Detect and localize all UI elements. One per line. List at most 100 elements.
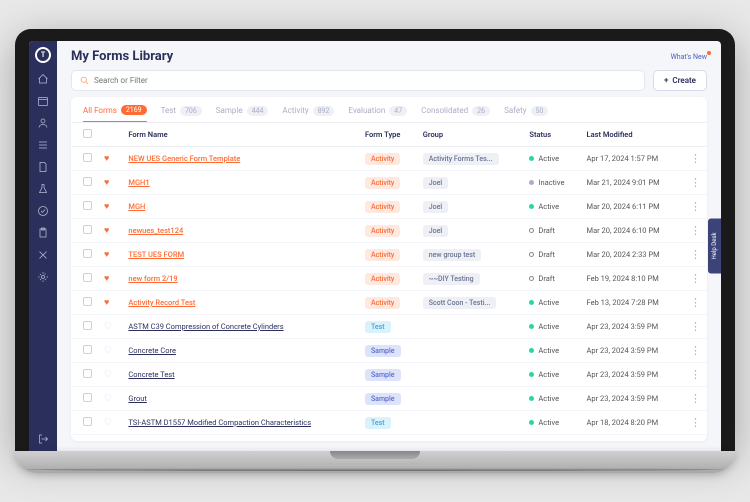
row-checkbox[interactable] bbox=[83, 393, 92, 402]
form-type-badge: Activity bbox=[365, 225, 400, 237]
modified-cell: Feb 19, 2024 8:10 PM bbox=[581, 267, 684, 291]
modified-cell: Mar 20, 2024 6:10 PM bbox=[581, 219, 684, 243]
tab-all-forms[interactable]: All Forms2169 bbox=[83, 105, 147, 123]
modified-cell: Mar 20, 2024 2:33 PM bbox=[581, 243, 684, 267]
tab-sample[interactable]: Sample444 bbox=[216, 105, 269, 122]
col-type[interactable]: Form Type bbox=[359, 123, 417, 147]
tab-test[interactable]: Test706 bbox=[161, 105, 202, 122]
gear-icon[interactable] bbox=[37, 271, 49, 283]
status-badge: Active bbox=[529, 322, 574, 331]
form-type-badge: Activity bbox=[365, 249, 400, 261]
favorite-icon[interactable]: ♥ bbox=[104, 154, 109, 164]
tab-activity[interactable]: Activity892 bbox=[282, 105, 334, 122]
row-checkbox[interactable] bbox=[83, 273, 92, 282]
favorite-icon[interactable]: ♥ bbox=[104, 274, 109, 284]
favorite-icon[interactable]: ♡ bbox=[104, 370, 112, 380]
whats-new-link[interactable]: What's New bbox=[671, 53, 707, 61]
form-name-link[interactable]: NEW UES Generic Form Template bbox=[128, 154, 240, 163]
favorite-icon[interactable]: ♡ bbox=[104, 322, 112, 332]
search-box[interactable] bbox=[71, 70, 645, 91]
row-checkbox[interactable] bbox=[83, 369, 92, 378]
form-name-link[interactable]: Concrete Core bbox=[128, 346, 176, 355]
row-menu-icon[interactable]: ⋮ bbox=[684, 387, 707, 411]
row-checkbox[interactable] bbox=[83, 177, 92, 186]
modified-cell: Apr 23, 2024 3:59 PM bbox=[581, 387, 684, 411]
form-name-link[interactable]: TEST UES FORM bbox=[128, 250, 184, 259]
home-icon[interactable] bbox=[37, 73, 49, 85]
check-circle-icon[interactable] bbox=[37, 205, 49, 217]
row-menu-icon[interactable]: ⋮ bbox=[684, 411, 707, 435]
row-checkbox[interactable] bbox=[83, 417, 92, 426]
favorite-icon[interactable]: ♥ bbox=[104, 226, 109, 236]
help-desk-button[interactable]: Help Desk bbox=[708, 218, 721, 273]
plus-icon: + bbox=[664, 76, 668, 85]
row-checkbox[interactable] bbox=[83, 297, 92, 306]
row-menu-icon[interactable]: ⋮ bbox=[684, 267, 707, 291]
col-name[interactable]: Form Name bbox=[122, 123, 359, 147]
col-group[interactable]: Group bbox=[417, 123, 524, 147]
row-menu-icon[interactable]: ⋮ bbox=[684, 315, 707, 339]
form-name-link[interactable]: Activity Record Test bbox=[128, 298, 195, 307]
form-name-link[interactable]: new form 2/19 bbox=[128, 274, 177, 283]
document-icon[interactable] bbox=[37, 161, 49, 173]
row-checkbox[interactable] bbox=[83, 345, 92, 354]
modified-cell: Apr 17, 2024 1:57 PM bbox=[581, 147, 684, 171]
row-menu-icon[interactable]: ⋮ bbox=[684, 363, 707, 387]
form-type-badge: Activity bbox=[365, 177, 400, 189]
row-checkbox[interactable] bbox=[83, 321, 92, 330]
select-all-checkbox[interactable] bbox=[83, 129, 92, 138]
form-type-badge: Activity bbox=[365, 273, 400, 285]
col-modified[interactable]: Last Modified bbox=[581, 123, 684, 147]
person-icon[interactable] bbox=[37, 117, 49, 129]
row-menu-icon[interactable]: ⋮ bbox=[684, 171, 707, 195]
row-menu-icon[interactable]: ⋮ bbox=[684, 219, 707, 243]
logout-icon[interactable] bbox=[37, 433, 49, 445]
calendar-icon[interactable] bbox=[37, 95, 49, 107]
form-type-badge: Activity bbox=[365, 153, 400, 165]
favorite-icon[interactable]: ♥ bbox=[104, 298, 109, 308]
form-name-link[interactable]: TSI-ASTM D1557 Modified Compaction Chara… bbox=[128, 418, 311, 427]
table-row: ♡Concrete TestSampleActiveApr 23, 2024 3… bbox=[71, 363, 707, 387]
status-badge: Active bbox=[529, 154, 574, 163]
favorite-icon[interactable]: ♡ bbox=[104, 346, 112, 356]
row-menu-icon[interactable]: ⋮ bbox=[684, 195, 707, 219]
modified-cell: Apr 23, 2024 3:59 PM bbox=[581, 315, 684, 339]
form-name-link[interactable]: Concrete Test bbox=[128, 370, 174, 379]
row-checkbox[interactable] bbox=[83, 201, 92, 210]
form-type-badge: Test bbox=[365, 417, 391, 429]
form-name-link[interactable]: Grout bbox=[128, 394, 146, 403]
create-button[interactable]: + Create bbox=[653, 70, 707, 91]
tools-icon[interactable] bbox=[37, 249, 49, 261]
group-badge: Joel bbox=[423, 201, 448, 213]
row-checkbox[interactable] bbox=[83, 225, 92, 234]
status-badge: Draft bbox=[529, 274, 574, 283]
tab-safety[interactable]: Safety50 bbox=[504, 105, 548, 122]
row-menu-icon[interactable]: ⋮ bbox=[684, 291, 707, 315]
list-icon[interactable] bbox=[37, 139, 49, 151]
favorite-icon[interactable]: ♥ bbox=[104, 250, 109, 260]
favorite-icon[interactable]: ♡ bbox=[104, 418, 112, 428]
flask-icon[interactable] bbox=[37, 183, 49, 195]
tab-consolidated[interactable]: Consolidated26 bbox=[421, 105, 490, 122]
row-menu-icon[interactable]: ⋮ bbox=[684, 243, 707, 267]
modified-cell: Mar 21, 2024 9:01 PM bbox=[581, 171, 684, 195]
form-name-link[interactable]: ASTM C39 Compression of Concrete Cylinde… bbox=[128, 322, 283, 331]
group-badge: Joel bbox=[423, 225, 448, 237]
row-checkbox[interactable] bbox=[83, 249, 92, 258]
form-name-link[interactable]: MGH1 bbox=[128, 178, 149, 187]
tab-evaluation[interactable]: Evaluation47 bbox=[348, 105, 407, 122]
table-row: ♥newues_test124ActivityJoelDraftMar 20, … bbox=[71, 219, 707, 243]
favorite-icon[interactable]: ♥ bbox=[104, 202, 109, 212]
form-name-link[interactable]: newues_test124 bbox=[128, 226, 183, 235]
search-input[interactable] bbox=[94, 76, 636, 85]
row-menu-icon[interactable]: ⋮ bbox=[684, 339, 707, 363]
row-checkbox[interactable] bbox=[83, 153, 92, 162]
status-badge: Active bbox=[529, 394, 574, 403]
col-status[interactable]: Status bbox=[523, 123, 580, 147]
form-name-link[interactable]: MGH bbox=[128, 202, 145, 211]
table-row: ♥MGH1ActivityJoelInactiveMar 21, 2024 9:… bbox=[71, 171, 707, 195]
clipboard-icon[interactable] bbox=[37, 227, 49, 239]
row-menu-icon[interactable]: ⋮ bbox=[684, 147, 707, 171]
favorite-icon[interactable]: ♥ bbox=[104, 178, 109, 188]
favorite-icon[interactable]: ♡ bbox=[104, 394, 112, 404]
